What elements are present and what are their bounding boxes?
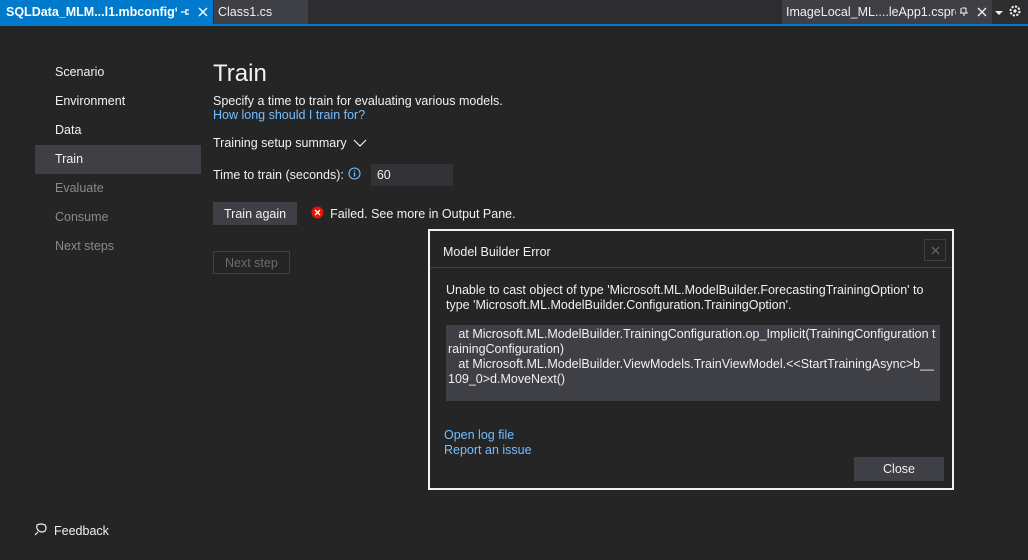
training-summary-toggle[interactable]: Training setup summary	[213, 136, 1013, 150]
training-status: Failed. See more in Output Pane.	[311, 206, 516, 222]
info-icon[interactable]	[348, 167, 361, 183]
nav-item-environment[interactable]: Environment	[35, 87, 201, 116]
document-tab-bar: SQLData_MLM...l1.mbconfig* Class1.cs Ima…	[0, 0, 1028, 26]
status-text: Failed. See more in Output Pane.	[330, 206, 516, 221]
dialog-title: Model Builder Error	[443, 245, 551, 259]
nav-item-next-steps[interactable]: Next steps	[35, 232, 201, 261]
step-navigation: Scenario Environment Data Train Evaluate…	[35, 58, 201, 261]
error-dialog: Model Builder Error Unable to cast objec…	[428, 229, 954, 490]
time-to-train-row: Time to train (seconds):	[213, 164, 1013, 186]
close-icon[interactable]	[974, 4, 990, 20]
tab-label: SQLData_MLM...l1.mbconfig*	[6, 5, 177, 19]
nav-item-consume[interactable]: Consume	[35, 203, 201, 232]
tab-mbconfig[interactable]: SQLData_MLM...l1.mbconfig*	[0, 0, 213, 24]
pin-icon[interactable]	[956, 4, 972, 20]
nav-item-scenario[interactable]: Scenario	[35, 58, 201, 87]
train-again-button[interactable]: Train again	[213, 202, 298, 225]
dialog-divider	[430, 267, 952, 268]
error-message: Unable to cast object of type 'Microsoft…	[446, 283, 924, 312]
gear-icon[interactable]	[1008, 4, 1022, 23]
train-actions: Train again Failed. See more in Output P…	[213, 202, 1013, 225]
pin-icon[interactable]	[177, 4, 193, 20]
train-description: Specify a time to train for evaluating v…	[213, 94, 503, 108]
dialog-close-icon[interactable]	[924, 239, 946, 261]
feedback-label: Feedback	[54, 523, 109, 538]
close-button[interactable]: Close	[854, 457, 944, 481]
feedback-icon	[34, 522, 48, 539]
next-step-button[interactable]: Next step	[213, 251, 290, 274]
time-label: Time to train (seconds):	[213, 168, 344, 182]
nav-item-data[interactable]: Data	[35, 116, 201, 145]
report-issue-link[interactable]: Report an issue	[444, 443, 532, 457]
stack-trace[interactable]: at Microsoft.ML.ModelBuilder.TrainingCon…	[446, 325, 940, 401]
how-long-link[interactable]: How long should I train for?	[213, 108, 1013, 122]
tab-csproj[interactable]: ImageLocal_ML....leApp1.csproj	[782, 0, 992, 24]
chevron-down-icon[interactable]	[994, 4, 1004, 22]
feedback-link[interactable]: Feedback	[34, 522, 109, 539]
page-title: Train	[213, 60, 267, 87]
nav-item-evaluate[interactable]: Evaluate	[35, 174, 201, 203]
open-log-link[interactable]: Open log file	[444, 428, 514, 442]
summary-label: Training setup summary	[213, 136, 347, 150]
close-icon[interactable]	[195, 4, 211, 20]
tab-label: ImageLocal_ML....leApp1.csproj	[786, 5, 956, 19]
tab-label: Class1.cs	[218, 5, 273, 19]
tab-class1[interactable]: Class1.cs	[214, 0, 308, 24]
tab-tools	[994, 4, 1028, 22]
model-builder-page: Scenario Environment Data Train Evaluate…	[0, 26, 1028, 560]
chevron-down-icon	[353, 136, 367, 150]
nav-item-train[interactable]: Train	[35, 145, 201, 174]
error-icon	[311, 206, 324, 222]
time-to-train-input[interactable]	[370, 164, 453, 186]
